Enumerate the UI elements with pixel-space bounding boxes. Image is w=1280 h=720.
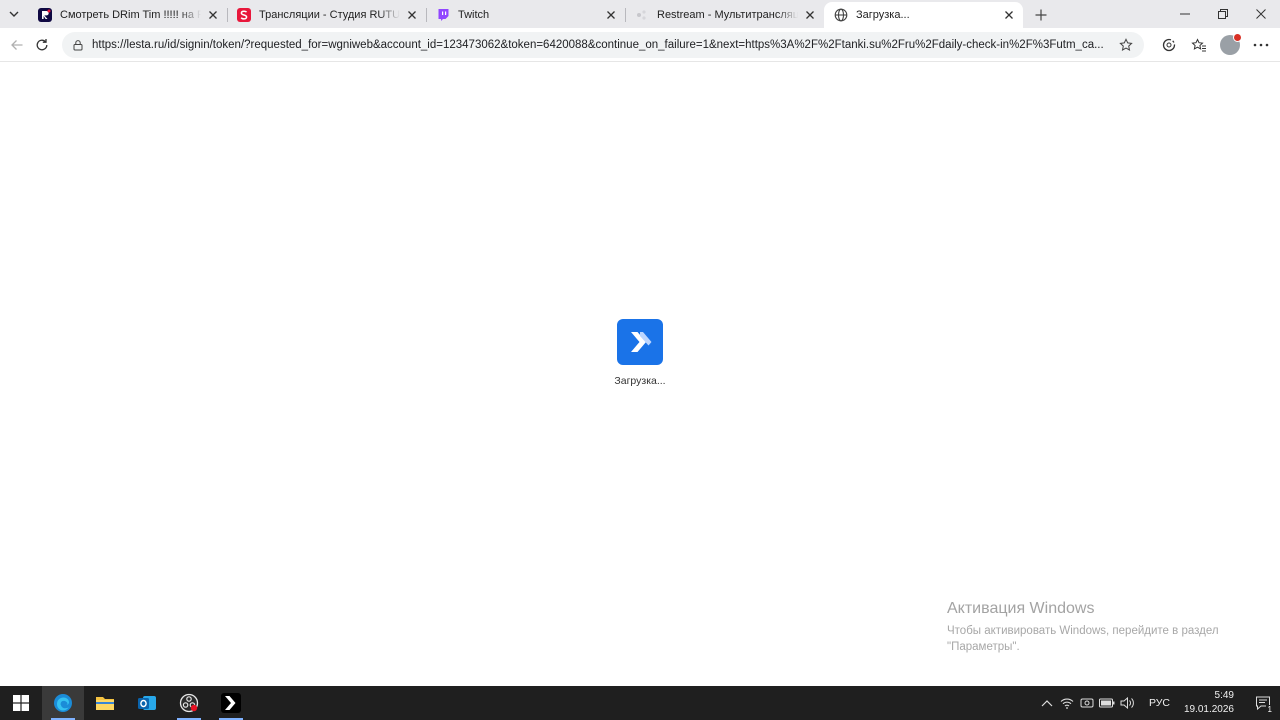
taskbar-lesta-game-center[interactable] (210, 686, 252, 720)
taskbar-outlook[interactable] (126, 686, 168, 720)
close-window-button[interactable] (1242, 0, 1280, 28)
restore-button[interactable] (1204, 0, 1242, 28)
tab-title: Смотреть DRim Tim !!!!! на RUTUBE (60, 9, 201, 21)
tab-twitch[interactable]: Twitch (426, 2, 625, 28)
tab-restream[interactable]: Restream - Мультитрансляции на (625, 2, 824, 28)
tab-title: Restream - Мультитрансляции на (657, 9, 798, 21)
tab-loading[interactable]: Загрузка... (824, 2, 1023, 28)
camera-icon (1080, 698, 1094, 708)
back-button[interactable] (4, 31, 29, 59)
minimize-icon (1180, 13, 1190, 15)
toolbar-actions (1154, 31, 1276, 59)
minimize-button[interactable] (1166, 0, 1204, 28)
settings-menu-button[interactable] (1246, 31, 1276, 59)
battery-icon (1098, 698, 1115, 708)
taskbar-edge[interactable] (42, 686, 84, 720)
lesta-logo-icon (617, 319, 663, 365)
rutube-studio-icon (237, 8, 251, 22)
favorites-icon (1191, 37, 1206, 51)
clock-time: 5:49 (1214, 690, 1234, 701)
lesta-game-center-icon (221, 693, 241, 713)
tab-rutube-studio[interactable]: Трансляции - Студия RUTUBE (227, 2, 426, 28)
reload-button[interactable] (29, 31, 54, 59)
profile-avatar[interactable] (1220, 32, 1242, 55)
wifi-icon (1060, 698, 1074, 709)
watermark-title: Активация Windows (947, 600, 1095, 617)
windows-activation-watermark: Активация Windows Чтобы активировать Win… (947, 600, 1219, 655)
watermark-line-1: Чтобы активировать Windows, перейдите в … (947, 625, 1219, 637)
notification-count: 1 (1265, 705, 1274, 714)
close-icon[interactable] (205, 7, 221, 23)
clock[interactable]: 5:49 19.01.2026 (1182, 689, 1234, 717)
taskbar: РУС 5:49 19.01.2026 1 (0, 686, 1280, 720)
taskbar-obs[interactable] (168, 686, 210, 720)
new-tab-button[interactable] (1027, 2, 1055, 28)
reload-icon (36, 38, 47, 50)
favorite-star-icon[interactable] (1116, 37, 1136, 52)
windows-start-icon (13, 695, 29, 711)
globe-icon (834, 8, 848, 22)
clock-date: 19.01.2026 (1183, 704, 1234, 715)
tab-title: Трансляции - Студия RUTUBE (259, 9, 400, 21)
desktop: Смотреть DRim Tim !!!!! на RUTUBE Трансл… (0, 0, 1280, 720)
tray-battery-button[interactable] (1097, 686, 1117, 720)
loading-indicator: Загрузка... (600, 319, 680, 387)
plus-icon (1035, 9, 1047, 21)
restream-icon (635, 8, 649, 22)
close-icon[interactable] (802, 7, 818, 23)
more-horizontal-icon (1253, 43, 1269, 46)
start-button[interactable] (0, 686, 42, 720)
tray-network-button[interactable] (1057, 686, 1077, 720)
tab-title: Загрузка... (856, 9, 910, 21)
edge-icon (54, 694, 72, 712)
close-icon[interactable] (603, 7, 619, 23)
file-explorer-icon (96, 697, 114, 710)
page-content: Загрузка... Активация Windows Чтобы акти… (0, 62, 1280, 686)
outlook-icon (138, 696, 156, 710)
tab-search-button[interactable] (0, 0, 28, 28)
address-url[interactable]: https://lesta.ru/id/signin/token/?reques… (92, 39, 1116, 51)
extensions-button[interactable] (1154, 31, 1184, 59)
tray-meet-button[interactable] (1077, 686, 1097, 720)
address-bar[interactable]: https://lesta.ru/id/signin/token/?reques… (62, 31, 1144, 58)
close-icon[interactable] (404, 7, 420, 23)
watermark-line-2: "Параметры". (947, 641, 1020, 653)
close-icon (1256, 9, 1266, 19)
favorites-button[interactable] (1184, 31, 1214, 59)
input-language[interactable]: РУС (1149, 697, 1170, 709)
loading-text: Загрузка... (614, 375, 666, 387)
window-controls (1166, 0, 1280, 28)
notification-center-button[interactable]: 1 (1246, 686, 1280, 720)
restore-icon (1218, 9, 1228, 19)
chevron-down-icon (9, 11, 19, 17)
taskbar-file-explorer[interactable] (84, 686, 126, 720)
site-info-icon[interactable] (70, 39, 86, 51)
close-icon[interactable] (1001, 7, 1017, 23)
extensions-icon (1162, 38, 1176, 51)
tab-strip: Смотреть DRim Tim !!!!! на RUTUBE Трансл… (0, 0, 1280, 28)
rutube-icon (38, 8, 52, 22)
arrow-left-icon (10, 39, 22, 50)
twitch-icon (436, 8, 450, 22)
tray-overflow-button[interactable] (1037, 686, 1057, 720)
tab-title: Twitch (458, 9, 490, 21)
browser-toolbar: https://lesta.ru/id/signin/token/?reques… (0, 28, 1280, 62)
chevron-up-icon (1041, 700, 1053, 707)
tab-rutube-watch[interactable]: Смотреть DRim Tim !!!!! на RUTUBE (28, 2, 227, 28)
system-tray: РУС 5:49 19.01.2026 1 (1037, 686, 1280, 720)
obs-icon (179, 693, 199, 713)
speaker-icon (1120, 697, 1134, 709)
tray-volume-button[interactable] (1117, 686, 1137, 720)
